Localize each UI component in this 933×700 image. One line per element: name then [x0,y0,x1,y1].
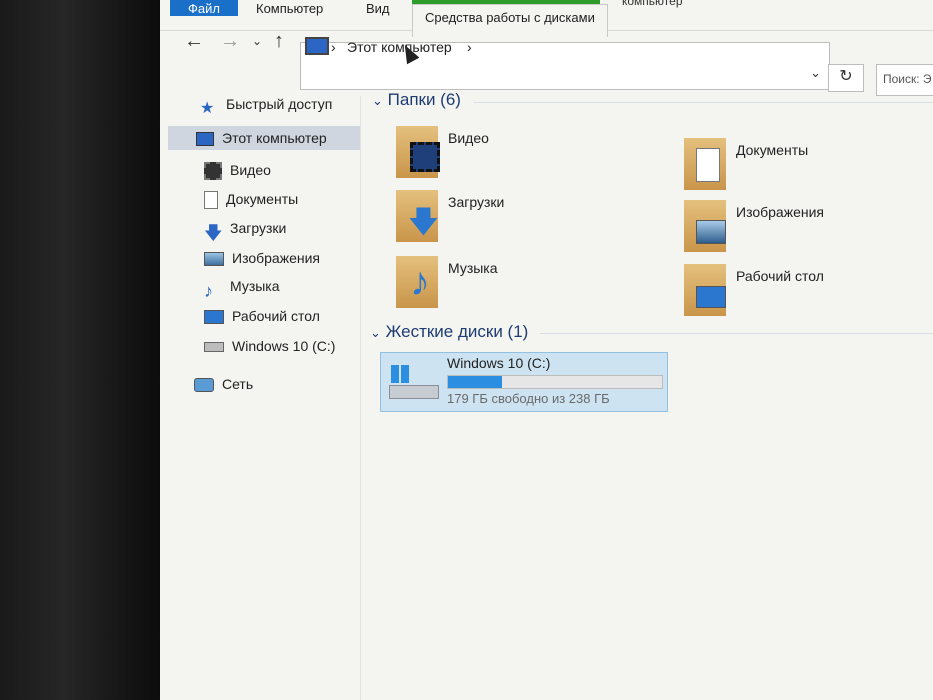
nav-this-pc[interactable]: Этот компьютер [168,126,360,150]
folder-label: Загрузки [448,194,505,210]
folders-group-title: Папки (6) [387,90,461,109]
window-title: компьютер [622,0,683,8]
folder-label: Документы [736,142,809,158]
folder-downloads[interactable]: 🡇 Загрузки [396,190,636,250]
drive-usage-bar [447,375,663,389]
desktop-icon [204,310,224,325]
address-dropdown-icon[interactable]: ⌄ [810,65,821,81]
forward-arrow-icon[interactable]: → [220,30,240,53]
drive-windows-c[interactable]: Windows 10 (C:) 179 ГБ свободно из 238 Г… [380,352,668,412]
music-note-icon: ♪ [204,281,213,302]
nav-item-video[interactable]: Видео [204,158,271,182]
windows-drive-icon [389,365,439,399]
nav-item-label: Музыка [230,278,280,294]
documents-folder-icon [684,138,726,190]
nav-item-label: Windows 10 (C:) [232,338,336,354]
nav-item-pictures[interactable]: Изображения [204,246,320,270]
folder-label: Изображения [736,204,824,220]
breadcrumb-separator: › [331,39,336,55]
nav-item-documents[interactable]: Документы [204,187,298,211]
recent-dropdown-icon[interactable]: ⌄ [252,34,262,48]
downloads-folder-icon: 🡇 [396,190,439,242]
tab-file[interactable]: Файл [170,0,238,16]
breadcrumb-separator: › [467,39,472,55]
back-arrow-icon[interactable]: ← [184,30,204,53]
refresh-button[interactable]: ↻ [828,64,864,92]
nav-item-downloads[interactable]: 🡇 Загрузки [204,216,287,244]
chevron-down-icon: ⌄ [370,325,381,340]
drives-group-header[interactable]: ⌄ Жесткие диски (1) [370,322,528,342]
video-folder-icon [396,126,440,178]
nav-quick-access-label: Быстрый доступ [226,96,333,112]
up-arrow-icon[interactable]: ↑ [274,30,284,53]
folder-pictures[interactable]: Изображения [684,200,924,260]
folder-desktop[interactable]: Рабочий стол [684,264,924,324]
desktop-folder-icon [684,264,726,316]
drives-group-title: Жесткие диски (1) [385,322,529,341]
network-icon [194,378,214,393]
nav-item-desktop[interactable]: Рабочий стол [204,304,320,328]
monitor-bezel [0,0,160,700]
drive-name: Windows 10 (C:) [447,355,551,371]
nav-item-drive-c[interactable]: Windows 10 (C:) [204,334,335,358]
nav-item-label: Документы [226,191,299,207]
tab-disk-tools[interactable]: Средства работы с дисками [412,4,608,37]
download-arrow-icon: 🡇 [204,223,223,244]
folder-video[interactable]: Видео [396,126,636,186]
divider [474,102,933,103]
music-folder-icon: ♪ [396,256,438,308]
nav-item-label: Изображения [232,250,320,266]
nav-item-label: Рабочий стол [232,308,320,324]
file-explorer-window: Файл Компьютер Вид Средства работы с дис… [160,0,933,700]
pictures-folder-icon [684,200,726,252]
nav-network-label: Сеть [222,376,254,392]
nav-this-pc-label: Этот компьютер [222,130,327,146]
folder-music[interactable]: ♪ Музыка [396,256,636,316]
video-icon [204,162,222,181]
computer-icon [305,37,329,55]
nav-item-label: Загрузки [230,220,287,236]
tab-computer[interactable]: Компьютер [256,0,323,24]
nav-quick-access[interactable]: ★ Быстрый доступ [200,92,333,118]
divider [540,333,933,334]
nav-network[interactable]: Сеть [194,372,253,396]
folder-label: Музыка [448,260,498,276]
drive-free-space: 179 ГБ свободно из 238 ГБ [447,391,610,406]
drive-icon [204,342,224,353]
navigation-pane: ★ Быстрый доступ Этот компьютер Видео Док… [160,96,361,700]
nav-item-music[interactable]: ♪ Музыка [204,274,280,302]
folder-documents[interactable]: Документы [684,138,924,198]
nav-item-label: Видео [230,162,271,178]
document-icon [204,191,218,210]
address-bar[interactable]: › Этот компьютер › ⌄ [300,37,830,90]
folder-label: Видео [448,130,489,146]
chevron-down-icon: ⌄ [372,93,383,108]
star-icon: ★ [200,100,215,118]
refresh-icon: ↻ [839,68,853,85]
ribbon-tabs: Файл Компьютер Вид Средства работы с дис… [160,0,933,37]
computer-icon [196,132,214,147]
search-input[interactable]: Поиск: Э [876,64,933,96]
folders-group-header[interactable]: ⌄ Папки (6) [372,90,461,110]
folder-label: Рабочий стол [736,268,824,284]
tab-view[interactable]: Вид [366,0,390,24]
drive-usage-fill [448,376,502,388]
picture-icon [204,252,224,267]
